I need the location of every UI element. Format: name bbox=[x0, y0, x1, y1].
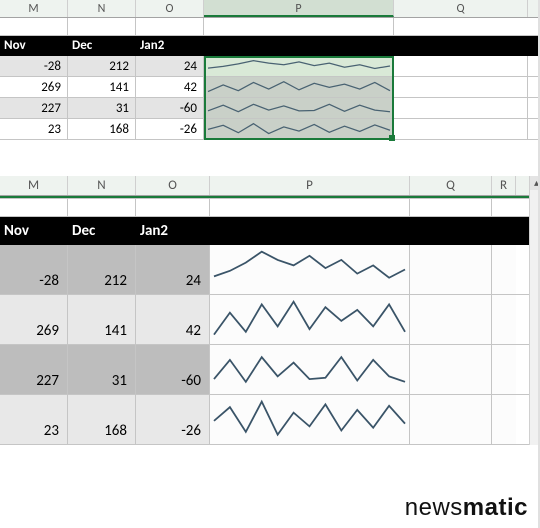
col-header-M[interactable]: M bbox=[0, 176, 68, 195]
cell[interactable]: 31 bbox=[68, 98, 136, 118]
cell[interactable] bbox=[410, 245, 492, 294]
month-header-nov: Nov bbox=[0, 36, 68, 56]
cell[interactable]: -60 bbox=[136, 345, 210, 394]
column-header-row: M N O P Q R bbox=[0, 176, 529, 196]
sparkline-cell[interactable] bbox=[204, 77, 394, 97]
top-spreadsheet-view: M N O P Q Nov Dec Jan2 -28 212 24 bbox=[0, 0, 538, 158]
cell[interactable]: 141 bbox=[68, 295, 136, 344]
month-header-jan2: Jan2 bbox=[136, 217, 210, 245]
table-row[interactable]: -28 212 24 bbox=[0, 245, 529, 295]
cell[interactable] bbox=[410, 295, 492, 344]
month-header-nov: Nov bbox=[0, 217, 68, 245]
col-header-P[interactable]: P bbox=[210, 176, 410, 195]
table-row[interactable]: -28 212 24 bbox=[0, 56, 538, 77]
cell[interactable]: 141 bbox=[68, 77, 136, 97]
sparkline-cell[interactable] bbox=[210, 395, 410, 444]
sparkline-cell[interactable] bbox=[204, 119, 394, 139]
cell[interactable]: 227 bbox=[0, 98, 68, 118]
col-header-R[interactable]: R bbox=[492, 176, 516, 195]
sparkline-cell[interactable] bbox=[210, 345, 410, 394]
watermark-right: matic bbox=[463, 494, 528, 521]
cell[interactable]: -26 bbox=[136, 119, 204, 139]
col-header-O[interactable]: O bbox=[136, 176, 210, 195]
sparkline-cell[interactable] bbox=[210, 245, 410, 294]
col-header-N[interactable]: N bbox=[68, 176, 136, 195]
col-header-P[interactable]: P bbox=[204, 0, 394, 17]
col-header-Q[interactable]: Q bbox=[394, 0, 528, 17]
cell[interactable] bbox=[492, 395, 516, 444]
cell[interactable]: 212 bbox=[68, 245, 136, 294]
cell[interactable] bbox=[410, 395, 492, 444]
col-header-N[interactable]: N bbox=[68, 0, 136, 17]
cell[interactable] bbox=[492, 295, 516, 344]
col-header-O[interactable]: O bbox=[136, 0, 204, 17]
cell[interactable]: -60 bbox=[136, 98, 204, 118]
cell[interactable]: 269 bbox=[0, 77, 68, 97]
month-header-row: Nov Dec Jan2 bbox=[0, 36, 538, 56]
bottom-spreadsheet-view: M N O P Q R Nov Dec Jan2 -28 212 2 bbox=[0, 176, 530, 445]
cell[interactable]: 42 bbox=[136, 295, 210, 344]
month-header-dec: Dec bbox=[68, 36, 136, 56]
month-header-jan2: Jan2 bbox=[136, 36, 204, 56]
cell[interactable] bbox=[492, 345, 516, 394]
cell[interactable]: 23 bbox=[0, 395, 68, 444]
cell[interactable]: 269 bbox=[0, 295, 68, 344]
table-row[interactable]: 23 168 -26 bbox=[0, 395, 529, 445]
cell[interactable]: 24 bbox=[136, 245, 210, 294]
table-row[interactable]: 227 31 -60 bbox=[0, 345, 529, 395]
cell[interactable]: -28 bbox=[0, 56, 68, 76]
col-header-Q[interactable]: Q bbox=[410, 176, 492, 195]
cell[interactable]: -26 bbox=[136, 395, 210, 444]
month-header-dec: Dec bbox=[68, 217, 136, 245]
watermark-logo: newsmatic bbox=[405, 494, 528, 522]
table-row[interactable]: 269 141 42 bbox=[0, 77, 538, 98]
cell[interactable] bbox=[410, 345, 492, 394]
cell[interactable]: 212 bbox=[68, 56, 136, 76]
blank-row[interactable] bbox=[0, 140, 538, 158]
month-header-row: Nov Dec Jan2 bbox=[0, 217, 529, 245]
col-header-M[interactable]: M bbox=[0, 0, 68, 17]
cell[interactable]: 168 bbox=[68, 395, 136, 444]
sparkline-cell[interactable] bbox=[204, 56, 394, 76]
data-rows: -28 212 24 269 141 42 227 31 -60 bbox=[0, 56, 538, 140]
cell[interactable]: 42 bbox=[136, 77, 204, 97]
cell[interactable]: 24 bbox=[136, 56, 204, 76]
table-row[interactable]: 269 141 42 bbox=[0, 295, 529, 345]
cell[interactable]: -28 bbox=[0, 245, 68, 294]
cell[interactable]: 168 bbox=[68, 119, 136, 139]
table-row[interactable]: 227 31 -60 bbox=[0, 98, 538, 119]
column-header-row: M N O P Q bbox=[0, 0, 538, 18]
sparkline-cell[interactable] bbox=[210, 295, 410, 344]
watermark-left: news bbox=[405, 494, 463, 521]
sparkline-cell[interactable] bbox=[204, 98, 394, 118]
table-row[interactable]: 23 168 -26 bbox=[0, 119, 538, 140]
cell[interactable]: 23 bbox=[0, 119, 68, 139]
cell[interactable]: 227 bbox=[0, 345, 68, 394]
cell[interactable]: 31 bbox=[68, 345, 136, 394]
cell[interactable] bbox=[492, 245, 516, 294]
